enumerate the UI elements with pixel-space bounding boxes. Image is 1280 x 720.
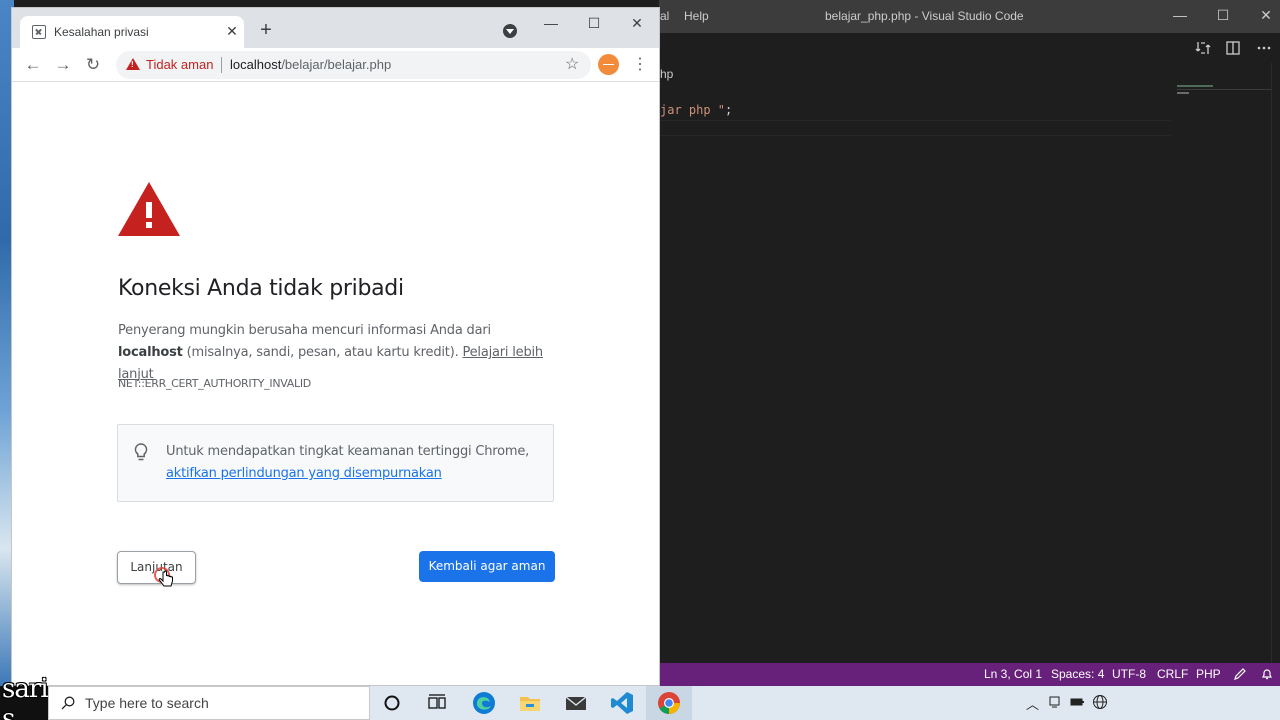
notifications-bell-icon[interactable] <box>1260 667 1274 681</box>
status-eol[interactable]: CRLF <box>1157 667 1188 681</box>
warning-triangle-icon[interactable] <box>126 58 140 70</box>
status-encoding[interactable]: UTF-8 <box>1112 667 1146 681</box>
omnibox-separator <box>221 57 222 73</box>
tip-text-prefix: Untuk mendapatkan tingkat keamanan terti… <box>166 444 530 459</box>
status-cursor-position[interactable]: Ln 3, Col 1 <box>984 667 1042 681</box>
feedback-icon[interactable] <box>1233 667 1247 681</box>
error-description-prefix: Penyerang mungkin berusaha mencuri infor… <box>118 323 491 338</box>
back-button[interactable]: ← <box>22 54 44 76</box>
split-editor-icon[interactable] <box>1225 40 1241 56</box>
cortana-icon[interactable] <box>379 690 405 716</box>
current-line-highlight <box>659 120 1171 136</box>
vscode-breadcrumb[interactable]: hp <box>660 67 673 81</box>
code-line: jar php "; <box>660 103 732 117</box>
minimap[interactable] <box>1177 83 1277 103</box>
vscode-statusbar: Ln 3, Col 1 Spaces: 4 UTF-8 CRLF PHP <box>659 663 1280 686</box>
error-code[interactable]: NET::ERR_CERT_AUTHORITY_INVALID <box>118 377 311 390</box>
search-icon <box>61 696 75 710</box>
more-actions-icon[interactable] <box>1256 40 1272 56</box>
battery-icon[interactable] <box>1070 695 1084 709</box>
bookmark-star-icon[interactable]: ☆ <box>565 54 579 74</box>
vscode-maximize-button[interactable]: ☐ <box>1215 7 1231 23</box>
search-placeholder: Type here to search <box>85 695 209 711</box>
start-button[interactable]: sari s <box>0 674 49 720</box>
url-host: localhost <box>230 57 282 72</box>
file-explorer-icon[interactable] <box>517 690 543 716</box>
chrome-minimize-button[interactable]: — <box>536 10 566 36</box>
error-heading: Koneksi Anda tidak pribadi <box>118 276 404 301</box>
profile-avatar[interactable] <box>598 54 619 75</box>
url-text[interactable]: localhost/belajar/belajar.php <box>230 57 391 72</box>
security-indicator[interactable]: Tidak aman <box>146 57 213 72</box>
enhanced-protection-tip: Untuk mendapatkan tingkat keamanan terti… <box>117 424 554 502</box>
status-indentation[interactable]: Spaces: 4 <box>1051 667 1104 681</box>
lightbulb-icon <box>134 443 148 461</box>
enhanced-protection-link[interactable]: aktifkan perlindungan yang disempurnakan <box>166 466 442 481</box>
vscode-window: al Help belajar_php.php - Visual Studio … <box>659 0 1280 686</box>
vscode-editor[interactable]: hp jar php "; <box>659 63 1280 663</box>
chrome-taskbar-active[interactable] <box>646 686 692 720</box>
tab-title: Kesalahan privasi <box>54 25 149 39</box>
network-globe-icon[interactable] <box>1092 694 1108 710</box>
windows-taskbar: sari s Type here to search ︿ <box>0 674 1280 720</box>
error-page: Koneksi Anda tidak pribadi Penyerang mun… <box>12 83 659 685</box>
vscode-editor-actions <box>659 33 1280 63</box>
error-page-favicon-icon <box>32 25 46 39</box>
code-semicolon: ; <box>725 103 733 117</box>
error-description-suffix: (misalnya, sandi, pesan, atau kartu kred… <box>182 345 463 360</box>
edge-icon[interactable] <box>471 690 497 716</box>
error-host: localhost <box>118 345 183 360</box>
status-language[interactable]: PHP <box>1196 667 1221 681</box>
address-bar[interactable]: Tidak aman localhost/belajar/belajar.php… <box>116 51 591 79</box>
vscode-scrollbar[interactable] <box>1271 63 1280 663</box>
vscode-menu-terminal[interactable]: al <box>660 9 669 23</box>
new-tab-button[interactable]: + <box>256 20 276 40</box>
vscode-window-title: belajar_php.php - Visual Studio Code <box>825 9 1024 23</box>
danger-triangle-icon <box>118 182 180 236</box>
vscode-close-button[interactable]: ✕ <box>1258 7 1274 23</box>
code-string: jar php " <box>660 103 726 117</box>
chrome-window: Kesalahan privasi ✕ + — ☐ ✕ ← → ↻ Tidak … <box>11 7 660 686</box>
vscode-titlebar: al Help belajar_php.php - Visual Studio … <box>659 0 1280 33</box>
reload-button[interactable]: ↻ <box>82 54 104 76</box>
taskbar-search-box[interactable]: Type here to search <box>48 686 370 720</box>
forward-button[interactable]: → <box>52 54 74 76</box>
tip-text: Untuk mendapatkan tingkat keamanan terti… <box>166 441 546 485</box>
tab-search-icon[interactable] <box>503 24 517 38</box>
tab-privacy-error[interactable]: Kesalahan privasi ✕ <box>20 16 244 48</box>
vscode-menu-help[interactable]: Help <box>684 9 709 23</box>
compare-changes-icon[interactable] <box>1195 40 1211 56</box>
mail-icon[interactable] <box>563 690 589 716</box>
vscode-minimize-button[interactable]: — <box>1172 7 1188 23</box>
video-watermark: sari s <box>2 674 49 720</box>
tray-chevron-icon[interactable]: ︿ <box>1026 694 1039 713</box>
chrome-toolbar: ← → ↻ Tidak aman localhost/belajar/belaj… <box>12 48 659 82</box>
chrome-maximize-button[interactable]: ☐ <box>579 10 609 36</box>
vscode-app-icon[interactable] <box>609 690 635 716</box>
url-path: /belajar/belajar.php <box>281 57 392 72</box>
chrome-close-button[interactable]: ✕ <box>622 10 652 36</box>
hand-cursor-icon <box>154 567 173 587</box>
chrome-app-icon <box>658 692 680 714</box>
tab-strip: Kesalahan privasi ✕ + — ☐ ✕ <box>12 8 659 48</box>
back-to-safety-button[interactable]: Kembali agar aman <box>419 551 555 582</box>
tray-device-icon[interactable] <box>1048 695 1062 709</box>
tab-close-button[interactable]: ✕ <box>224 22 240 40</box>
task-view-icon[interactable] <box>424 690 450 716</box>
chrome-menu-icon[interactable]: ⋮ <box>632 54 648 76</box>
